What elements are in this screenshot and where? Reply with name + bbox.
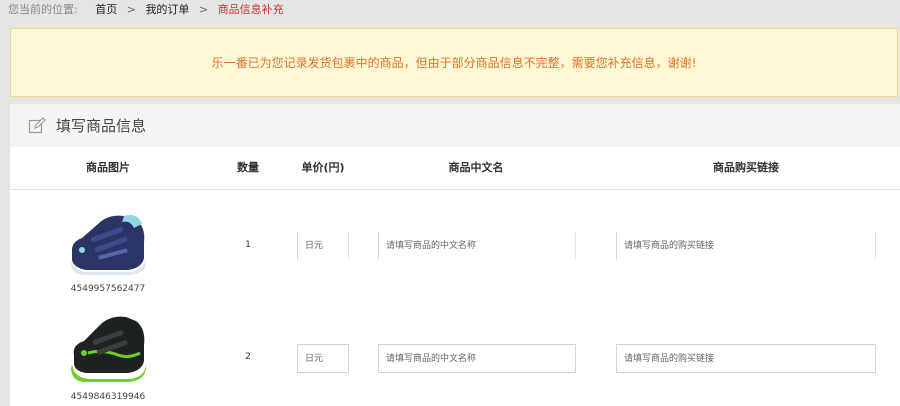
edit-icon <box>28 116 46 133</box>
table-header: 商品图片 数量 单价(円) 商品中文名 商品购买链接 <box>10 147 900 190</box>
product-info-panel: 填写商品信息 商品图片 数量 单价(円) 商品中文名 商品购买链接 454995… <box>10 104 900 406</box>
column-header-quantity: 数量 <box>237 161 259 174</box>
column-header-image: 商品图片 <box>86 161 130 174</box>
breadcrumb-prefix: 您当前的位置: <box>8 3 78 16</box>
column-header-price: 单价(円) <box>301 161 345 174</box>
notice-banner: 乐一番已为您记录发货包裹中的商品，但由于部分商品信息不完整，需要您补充信息，谢谢… <box>10 28 898 97</box>
panel-title: 填写商品信息 <box>56 117 147 135</box>
column-header-name: 商品中文名 <box>448 161 504 174</box>
price-input[interactable]: 日元 <box>297 344 349 373</box>
panel-header: 填写商品信息 <box>10 104 900 147</box>
price-input[interactable]: 日元 <box>297 231 349 260</box>
breadcrumb-current: 商品信息补充 <box>217 3 284 16</box>
product-sku: 4549846319946 <box>70 392 146 402</box>
breadcrumb-home-link[interactable]: 首页 <box>95 3 117 16</box>
breadcrumb-separator: > <box>198 3 209 16</box>
product-image <box>68 202 148 276</box>
product-sku: 4549957562477 <box>70 284 146 294</box>
breadcrumb-separator: > <box>126 3 136 16</box>
chinese-name-input[interactable]: 请填写商品的中文名称 <box>378 231 576 260</box>
quantity-value: 1 <box>245 240 251 250</box>
quantity-value: 2 <box>245 352 251 362</box>
chinese-name-input[interactable]: 请填写商品的中文名称 <box>378 344 576 373</box>
product-image <box>68 309 148 383</box>
purchase-link-input[interactable]: 请填写商品的购买链接 <box>616 344 876 373</box>
breadcrumb-orders-link[interactable]: 我的订单 <box>145 3 189 16</box>
notice-text: 乐一番已为您记录发货包裹中的商品，但由于部分商品信息不完整，需要您补充信息，谢谢… <box>211 56 697 70</box>
breadcrumb: 您当前的位置: 首页 > 我的订单 > 商品信息补充 <box>0 0 900 20</box>
purchase-link-input[interactable]: 请填写商品的购买链接 <box>616 231 876 260</box>
column-header-link: 商品购买链接 <box>713 161 779 174</box>
table-row: 4549957562477 1 日元 请填写商品的中文名称 请填写商品的购买链接 <box>10 190 900 295</box>
table-row: 4549846319946 2 日元 请填写商品的中文名称 请填写商品的购买链接 <box>10 304 900 406</box>
